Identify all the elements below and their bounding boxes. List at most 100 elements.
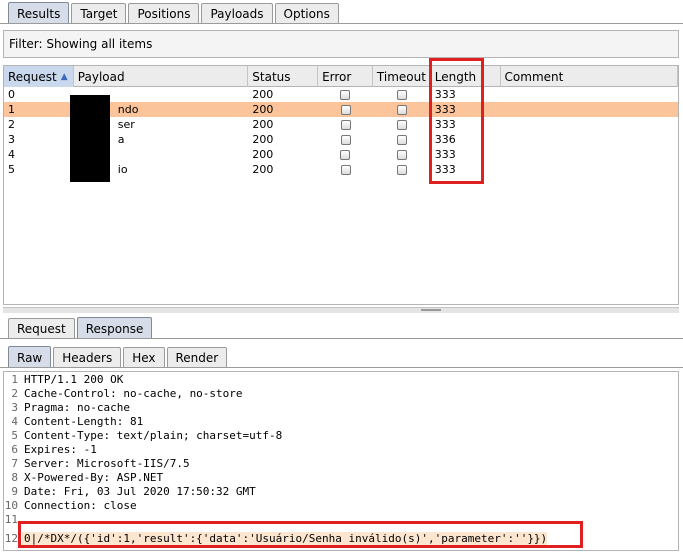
error-checkbox[interactable]: [340, 134, 351, 145]
line-text: Pragma: no-cache: [24, 400, 130, 414]
column-timeout[interactable]: Timeout: [373, 66, 431, 87]
sort-ascending-icon: ▲: [60, 71, 68, 82]
error-checkbox[interactable]: [340, 89, 351, 100]
cell-status: 200: [252, 163, 274, 176]
cell-comment: [501, 162, 678, 177]
cell-error: [318, 102, 373, 117]
line-number: 7: [11, 456, 18, 470]
cell-request: 3: [8, 133, 15, 146]
message-view-tabs: Raw Headers Hex Render: [0, 344, 683, 368]
line-number: 8: [11, 470, 18, 484]
cell-comment: [501, 102, 678, 117]
cell-status: 200: [252, 103, 274, 116]
tab-response[interactable]: Response: [76, 317, 153, 339]
column-request[interactable]: Request ▲: [4, 66, 74, 87]
cell-comment: [501, 87, 678, 102]
line-number: 2: [11, 386, 18, 400]
line-text: X-Powered-By: ASP.NET: [24, 470, 164, 484]
tab-options[interactable]: Options: [274, 3, 339, 24]
cell-timeout: [373, 87, 431, 102]
filter-bar[interactable]: Filter: Showing all items: [3, 30, 679, 58]
timeout-checkbox[interactable]: [396, 134, 407, 145]
line-text: Connection: close: [24, 498, 137, 512]
cell-status: 200: [252, 118, 274, 131]
response-body-highlight: [18, 521, 583, 548]
line-number: 4: [11, 414, 18, 428]
tab-results[interactable]: Results: [8, 2, 70, 24]
intruder-tabs: Results Target Positions Payloads Option…: [0, 0, 683, 24]
response-line: 8 X-Powered-By: ASP.NET: [4, 470, 678, 484]
cell-status: 200: [252, 88, 274, 101]
line-text: Expires: -1: [24, 442, 97, 456]
cell-status: 200: [252, 148, 274, 161]
response-line: 2 Cache-Control: no-cache, no-store: [4, 386, 678, 400]
column-error[interactable]: Error: [318, 66, 373, 87]
tab-target[interactable]: Target: [71, 3, 127, 24]
error-checkbox[interactable]: [340, 119, 351, 130]
timeout-checkbox[interactable]: [396, 164, 407, 175]
redaction-box: [70, 95, 110, 182]
response-line: 5 Content-Type: text/plain; charset=utf-8: [4, 428, 678, 442]
timeout-checkbox[interactable]: [396, 104, 407, 115]
table-header: Request ▲ Payload Status Error Timeout L…: [4, 66, 678, 87]
line-text: Cache-Control: no-cache, no-store: [24, 386, 243, 400]
cell-request: 1: [8, 103, 15, 116]
line-text: HTTP/1.1 200 OK: [24, 372, 124, 386]
filter-label: Filter: Showing all items: [9, 37, 153, 51]
error-checkbox[interactable]: [340, 104, 351, 115]
cell-request: 2: [8, 118, 15, 131]
response-line: 3 Pragma: no-cache: [4, 400, 678, 414]
cell-timeout: [373, 117, 431, 132]
cell-error: [318, 117, 373, 132]
length-column-highlight: [429, 58, 484, 184]
cell-request: 5: [8, 163, 15, 176]
timeout-checkbox[interactable]: [396, 89, 407, 100]
tab-render[interactable]: Render: [166, 347, 228, 368]
column-status[interactable]: Status: [248, 66, 319, 87]
column-payload[interactable]: Payload: [74, 66, 249, 87]
response-line: 7 Server: Microsoft-IIS/7.5: [4, 456, 678, 470]
cell-timeout: [373, 132, 431, 147]
line-number: 6: [11, 442, 18, 456]
response-line: 6 Expires: -1: [4, 442, 678, 456]
cell-error: [318, 87, 373, 102]
tab-raw[interactable]: Raw: [8, 346, 52, 368]
cell-status: 200: [252, 133, 274, 146]
request-response-tabs: Request Response: [0, 315, 683, 339]
line-text: Content-Length: 81: [24, 414, 144, 428]
response-line: 10 Connection: close: [4, 498, 678, 512]
line-number: 10: [4, 498, 18, 512]
cell-comment: [501, 117, 678, 132]
cell-request: 0: [8, 88, 15, 101]
error-checkbox[interactable]: [340, 164, 351, 175]
response-line: 4 Content-Length: 81: [4, 414, 678, 428]
error-checkbox[interactable]: [340, 149, 351, 160]
column-comment[interactable]: Comment: [501, 66, 678, 87]
cell-timeout: [373, 147, 431, 162]
cell-comment: [501, 147, 678, 162]
cell-comment: [501, 132, 678, 147]
timeout-checkbox[interactable]: [396, 149, 407, 160]
response-line: 9 Date: Fri, 03 Jul 2020 17:50:32 GMT: [4, 484, 678, 498]
timeout-checkbox[interactable]: [396, 119, 407, 130]
line-text: Server: Microsoft-IIS/7.5: [24, 456, 190, 470]
pane-splitter[interactable]: [3, 307, 679, 313]
cell-error: [318, 147, 373, 162]
cell-timeout: [373, 102, 431, 117]
tab-hex[interactable]: Hex: [123, 347, 165, 368]
tab-request[interactable]: Request: [8, 318, 75, 339]
cell-error: [318, 162, 373, 177]
tab-payloads[interactable]: Payloads: [201, 3, 273, 24]
line-number: 5: [11, 428, 18, 442]
splitter-grip-icon[interactable]: [421, 309, 441, 311]
cell-request: 4: [8, 148, 15, 161]
cell-timeout: [373, 162, 431, 177]
tab-headers[interactable]: Headers: [53, 347, 122, 368]
line-text: Date: Fri, 03 Jul 2020 17:50:32 GMT: [24, 484, 256, 498]
line-number: 3: [11, 400, 18, 414]
cell-error: [318, 132, 373, 147]
line-number: 9: [11, 484, 18, 498]
column-request-label: Request: [8, 69, 57, 84]
response-line: 1 HTTP/1.1 200 OK: [4, 372, 678, 386]
tab-positions[interactable]: Positions: [128, 3, 200, 24]
